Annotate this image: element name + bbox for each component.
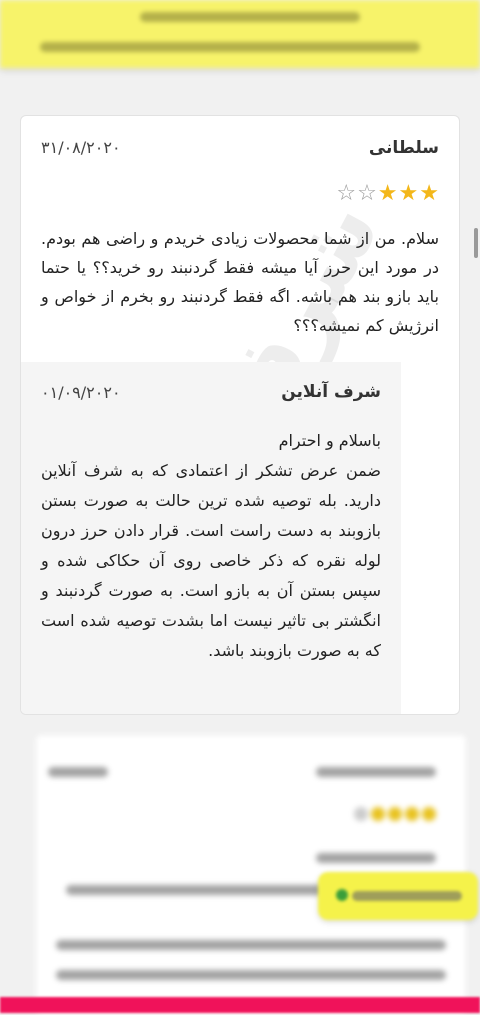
star-filled-icon: ★ bbox=[419, 181, 439, 206]
blurred-date bbox=[48, 767, 108, 777]
star-empty-icon: ☆ bbox=[357, 181, 377, 206]
star-filled-icon: ★ bbox=[377, 181, 398, 206]
online-support-badge-blurred[interactable] bbox=[318, 872, 478, 920]
blurred-text bbox=[316, 853, 436, 863]
blurred-text bbox=[56, 970, 446, 980]
banner-text-blurred bbox=[140, 12, 360, 22]
blurred-stars bbox=[354, 807, 436, 821]
blurred-text bbox=[66, 885, 336, 895]
blurred-text bbox=[56, 940, 446, 950]
review-date: ۳۱/۰۸/۲۰۲۰ bbox=[41, 138, 121, 157]
banner-text-blurred bbox=[40, 42, 420, 52]
scrollbar-thumb[interactable] bbox=[474, 228, 478, 258]
reply-box: شرف آنلاین ۰۱/۰۹/۲۰۲۰ باسلام و احترام ضم… bbox=[21, 362, 401, 714]
reply-author: شرف آنلاین bbox=[281, 382, 381, 402]
reply-greeting: باسلام و احترام bbox=[278, 431, 381, 450]
reply-date: ۰۱/۰۹/۲۰۲۰ bbox=[41, 383, 121, 402]
top-notification-banner-blurred bbox=[0, 0, 480, 68]
reply-text: ضمن عرض تشکر از اعتمادی که به شرف آنلاین… bbox=[41, 461, 381, 660]
review-text: سلام. من از شما محصولات زیادی خریدم و را… bbox=[41, 229, 439, 335]
bottom-bar bbox=[0, 997, 480, 1013]
rating-stars: ☆ ☆ ★ ★ ★ bbox=[336, 183, 439, 205]
reply-text-block: باسلام و احترام ضمن عرض تشکر از اعتمادی … bbox=[41, 426, 381, 666]
blurred-author bbox=[316, 767, 436, 777]
star-empty-icon: ☆ bbox=[336, 181, 357, 206]
review-card: شرف آنلاین سلطانی ۳۱/۰۸/۲۰۲۰ ☆☆★★★ سلام.… bbox=[20, 115, 460, 715]
review-author: سلطانی bbox=[368, 138, 439, 158]
star-filled-icon: ★ bbox=[398, 181, 419, 206]
status-dot-icon bbox=[336, 889, 348, 901]
badge-text-blurred bbox=[352, 891, 462, 901]
